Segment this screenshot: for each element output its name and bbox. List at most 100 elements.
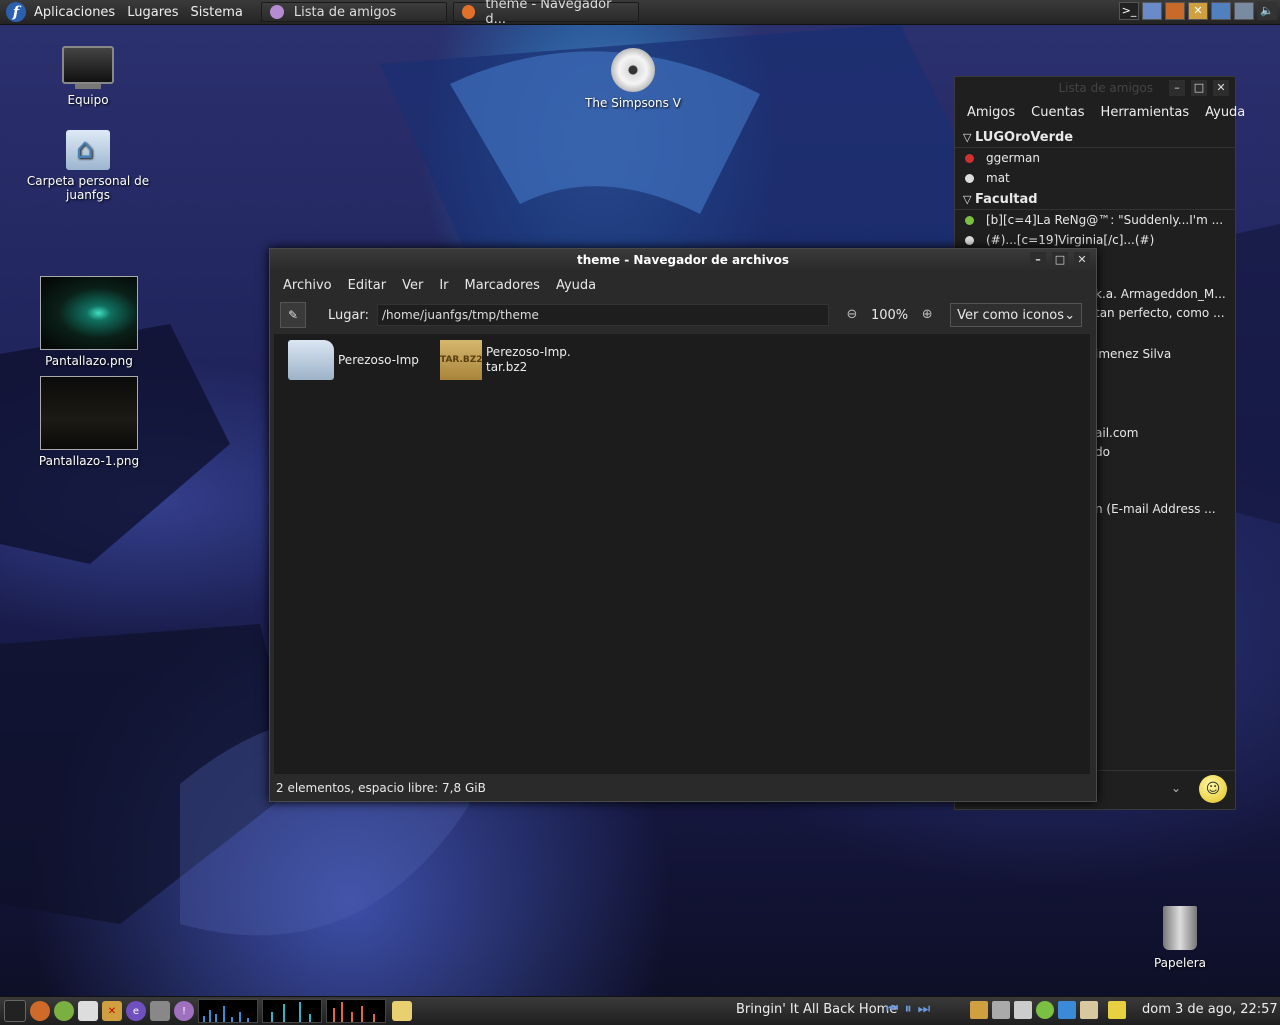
desktop-icon-label: Pantallazo.png bbox=[45, 354, 133, 368]
maximize-icon[interactable]: □ bbox=[1191, 80, 1207, 96]
notes-tray-icon[interactable] bbox=[1108, 1001, 1126, 1019]
menu-sistema[interactable]: Sistema bbox=[191, 5, 243, 20]
menu-cuentas[interactable]: Cuentas bbox=[1031, 105, 1084, 120]
buddy-row[interactable]: mat bbox=[955, 168, 1235, 188]
game-icon[interactable] bbox=[150, 1001, 170, 1021]
chevron-down-icon: ⌄ bbox=[1064, 307, 1076, 323]
zoom-in-icon[interactable]: ⊕ bbox=[918, 306, 936, 324]
desktop-icon-equipo[interactable]: Equipo bbox=[48, 46, 128, 107]
buddy-row-partial[interactable]: imenez Silva bbox=[1095, 347, 1171, 361]
home-folder-icon bbox=[66, 130, 110, 170]
notes-icon[interactable] bbox=[392, 1001, 412, 1021]
chevron-down-icon[interactable]: ⌄ bbox=[1171, 781, 1181, 795]
emacs-icon[interactable]: e bbox=[126, 1001, 146, 1021]
top-panel: f Aplicaciones Lugares Sistema Lista de … bbox=[0, 0, 1280, 27]
memory-monitor-graph bbox=[262, 999, 322, 1023]
user-icon[interactable] bbox=[54, 1001, 74, 1021]
network-icon[interactable] bbox=[1211, 2, 1231, 20]
available-status-icon bbox=[965, 215, 974, 225]
buddy-row-partial[interactable]: n (E-mail Address ... bbox=[1095, 502, 1216, 516]
firefox-launcher-icon[interactable] bbox=[1165, 2, 1185, 20]
pause-icon[interactable]: ⏸ bbox=[905, 1001, 912, 1017]
menu-archivo[interactable]: Archivo bbox=[283, 278, 332, 296]
smiley-icon[interactable]: ☺ bbox=[1199, 775, 1227, 803]
desktop-icon-screenshot-1[interactable]: Pantallazo.png bbox=[34, 276, 144, 368]
image-thumbnail bbox=[40, 376, 138, 450]
network-tray-icon[interactable] bbox=[992, 1001, 1010, 1019]
xchat-icon[interactable]: ✕ bbox=[102, 1001, 122, 1021]
printer-tray-icon[interactable] bbox=[1014, 1001, 1032, 1019]
previous-icon[interactable]: ⏮ bbox=[886, 1001, 899, 1017]
desktop-icon-cd[interactable]: The Simpsons V bbox=[578, 48, 688, 110]
file-item-archive[interactable]: TAR.BZ2 Perezoso-Imp. tar.bz2 bbox=[440, 340, 571, 380]
chat-tray-icon[interactable] bbox=[1036, 1001, 1054, 1019]
minimize-icon[interactable]: – bbox=[1169, 80, 1185, 96]
applet-icon[interactable] bbox=[1234, 2, 1254, 20]
pidgin-icon[interactable]: ! bbox=[174, 1001, 194, 1021]
terminal-icon[interactable]: >_ bbox=[1119, 2, 1139, 20]
taskbar-button-buddy-list[interactable]: Lista de amigos bbox=[260, 2, 447, 22]
buddy-row-partial[interactable]: do bbox=[1095, 445, 1110, 459]
menu-ayuda[interactable]: Ayuda bbox=[1205, 105, 1245, 120]
buddy-name: [b][c=4]La ReNg@™: "Suddenly...I'm ... bbox=[986, 213, 1224, 227]
window-titlebar[interactable]: Lista de amigos – □ ✕ bbox=[955, 77, 1235, 99]
minimize-icon[interactable]: – bbox=[1030, 252, 1046, 268]
menu-ver[interactable]: Ver bbox=[402, 278, 423, 296]
firefox-icon bbox=[461, 5, 476, 19]
maximize-icon[interactable]: □ bbox=[1052, 252, 1068, 268]
firefox-icon[interactable] bbox=[30, 1001, 50, 1021]
buddy-row[interactable]: [b][c=4]La ReNg@™: "Suddenly...I'm ... bbox=[955, 210, 1235, 230]
window-titlebar[interactable]: theme - Navegador de archivos – □ ✕ bbox=[270, 249, 1096, 271]
menu-ayuda[interactable]: Ayuda bbox=[556, 278, 596, 296]
now-playing: Bringin' It All Back Home bbox=[736, 1002, 898, 1017]
clipboard-tray-icon[interactable] bbox=[1080, 1001, 1098, 1019]
menu-herramientas[interactable]: Herramientas bbox=[1101, 105, 1190, 120]
buddy-row[interactable]: ggerman bbox=[955, 148, 1235, 168]
close-icon[interactable]: ✕ bbox=[1074, 252, 1090, 268]
buddy-row[interactable]: (#)...[c=19]Virginia[/c]...(#) bbox=[955, 230, 1235, 250]
menu-ir[interactable]: Ir bbox=[439, 278, 448, 296]
desktop-icon-label: Papelera bbox=[1153, 956, 1207, 970]
next-icon[interactable]: ⏭ bbox=[918, 1001, 931, 1017]
xchat-tray-icon[interactable] bbox=[970, 1001, 988, 1019]
buddy-row-partial[interactable]: tan perfecto, como ... bbox=[1095, 306, 1225, 320]
computer-icon bbox=[62, 46, 114, 84]
taskbar-button-file-browser[interactable]: theme - Navegador d... bbox=[452, 0, 639, 27]
menubar: Amigos Cuentas Herramientas Ayuda bbox=[955, 99, 1245, 120]
volume-icon[interactable]: 🔈 bbox=[1257, 2, 1277, 20]
menu-aplicaciones[interactable]: Aplicaciones bbox=[34, 5, 115, 20]
close-icon[interactable]: ✕ bbox=[1213, 80, 1229, 96]
window-title: Lista de amigos bbox=[1058, 81, 1153, 95]
zoom-control: ⊖ 100% ⊕ bbox=[843, 306, 936, 324]
task-label: theme - Navegador d... bbox=[485, 0, 612, 27]
group-header[interactable]: LUGOroVerde bbox=[955, 126, 1235, 148]
menu-lugares[interactable]: Lugares bbox=[127, 5, 178, 20]
show-desktop-icon[interactable] bbox=[4, 1000, 26, 1022]
file-manager-window: theme - Navegador de archivos – □ ✕ Arch… bbox=[269, 248, 1097, 802]
buddy-row-partial[interactable]: ail.com bbox=[1095, 426, 1138, 440]
file-item-folder[interactable]: Perezoso-Imp bbox=[288, 340, 419, 380]
image-thumbnail bbox=[40, 276, 138, 350]
file-view[interactable]: Perezoso-Imp TAR.BZ2 Perezoso-Imp. tar.b… bbox=[274, 334, 1090, 774]
location-bar: ✎ Lugar: ⊖ 100% ⊕ Ver como iconos ⌄ bbox=[270, 296, 1096, 330]
desktop-icon-screenshot-2[interactable]: Pantallazo-1.png bbox=[34, 376, 144, 468]
workspace-icon[interactable] bbox=[1142, 2, 1162, 20]
desktop-icon-home[interactable]: Carpeta personal de juanfgs bbox=[24, 130, 152, 202]
trash-icon bbox=[1163, 906, 1197, 950]
zoom-out-icon[interactable]: ⊖ bbox=[843, 306, 861, 324]
view-mode-select[interactable]: Ver como iconos ⌄ bbox=[950, 303, 1083, 327]
group-header[interactable]: Facultad bbox=[955, 188, 1235, 210]
desktop-icon-trash[interactable]: Papelera bbox=[1140, 906, 1220, 970]
fedora-logo-icon[interactable]: f bbox=[6, 2, 26, 22]
location-input[interactable] bbox=[376, 304, 829, 326]
menu-editar[interactable]: Editar bbox=[348, 278, 387, 296]
clock[interactable]: dom 3 de ago, 22:57 bbox=[1142, 1002, 1278, 1017]
xchat-icon[interactable]: ✕ bbox=[1188, 2, 1208, 20]
edit-location-button[interactable]: ✎ bbox=[280, 302, 306, 328]
menu-amigos[interactable]: Amigos bbox=[967, 105, 1015, 120]
update-tray-icon[interactable] bbox=[1058, 1001, 1076, 1019]
mail-icon[interactable] bbox=[78, 1001, 98, 1021]
menu-marcadores[interactable]: Marcadores bbox=[465, 278, 540, 296]
folder-icon bbox=[288, 340, 334, 380]
buddy-row-partial[interactable]: k.a. Armageddon_M... bbox=[1095, 287, 1226, 301]
